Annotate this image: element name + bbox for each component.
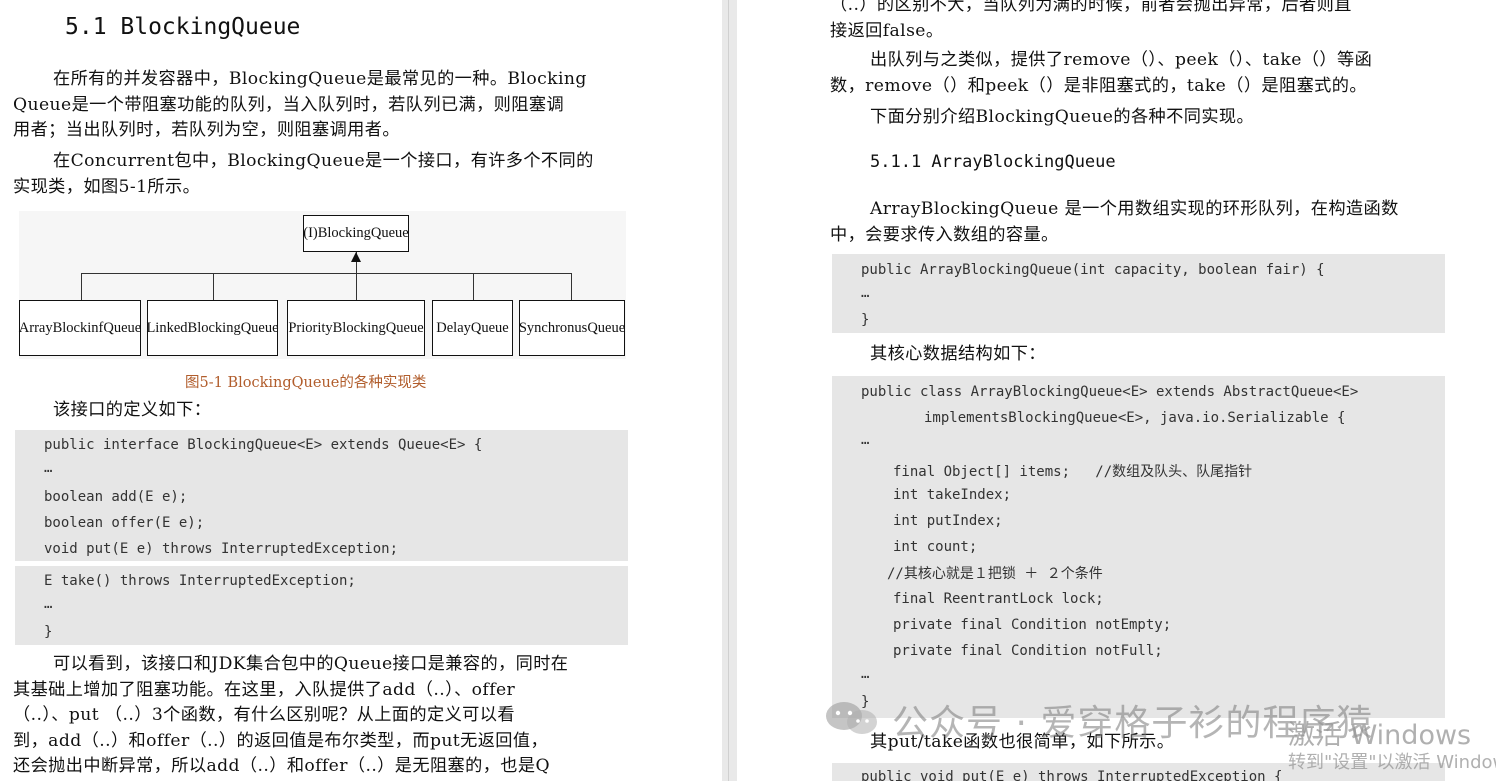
diagram-child-box: LinkedBlockingQueue <box>146 300 279 356</box>
code-block-class: public class ArrayBlockingQueue<E> exten… <box>832 376 1445 718</box>
windows-activation-notice: 激活 Windows 转到"设置"以激活 Windows。 <box>1288 720 1496 774</box>
subsection-heading: 5.1.1 ArrayBlockingQueue <box>870 152 1116 172</box>
code-block-interface-cont: E take() throws InterruptedException; … … <box>15 566 628 645</box>
text-line: （..）的区别不大，当队列为满的时候，前者会抛出异常，后者则直 <box>830 0 1352 15</box>
code-line: final ReentrantLock lock; <box>893 591 1104 607</box>
code-line: public ArrayBlockingQueue(int capacity, … <box>861 262 1325 278</box>
diagram-connector <box>213 273 214 300</box>
diagram-root-box: (I)BlockingQueue <box>303 215 409 252</box>
left-page: 5.1 BlockingQueue 在所有的并发容器中，BlockingQueu… <box>0 0 722 781</box>
figure-caption: 图5-1 BlockingQueue的各种实现类 <box>185 375 427 391</box>
page-gutter <box>722 0 737 781</box>
code-line: public interface BlockingQueue<E> extend… <box>44 437 483 453</box>
activate-title: 激活 Windows <box>1288 720 1472 751</box>
code-line: … <box>44 596 53 612</box>
text-line: 接返回false。 <box>830 20 944 41</box>
diagram-child-box: PriorityBlockingQueue <box>287 300 425 356</box>
code-line: void put(E e) throws InterruptedExceptio… <box>44 541 399 557</box>
text-line: 下面分别介绍BlockingQueue的各种不同实现。 <box>870 107 1255 127</box>
text-line: 其核心数据结构如下： <box>870 344 1046 364</box>
paragraph-continued: （..）的区别不大，当队列为满的时候，前者会抛出异常，后者则直 接返回false… <box>830 0 1440 44</box>
code-line: int count; <box>893 539 978 555</box>
code-line: implementsBlockingQueue<E>, java.io.Seri… <box>924 410 1346 426</box>
wechat-icon <box>826 702 877 734</box>
diagram-connector <box>473 273 474 300</box>
text-line: Queue是一个带阻塞功能的队列，当入队列时，若队列已满，则阻塞调 <box>13 94 565 115</box>
diagram-child-box: ArrayBlockinfQueue <box>19 300 141 356</box>
code-line: E take() throws InterruptedException; <box>44 573 356 589</box>
arrow-head-icon <box>351 252 361 262</box>
code-line: … <box>861 432 870 448</box>
paragraph-intro: 在所有的并发容器中，BlockingQueue是最常见的一种。Blocking … <box>13 67 623 144</box>
text-line: 还会抛出中断异常，所以add（..）和offer（..）是无阻塞的，也是Q <box>13 756 550 776</box>
code-line: final Object[] items; //数组及队头、队尾指针 <box>893 464 1253 480</box>
code-block-interface: public interface BlockingQueue<E> extend… <box>15 430 628 561</box>
text-line: 其基础上增加了阻塞功能。在这里，入队提供了add（..）、offer <box>13 679 516 700</box>
paragraph-core-structure: 其核心数据结构如下： <box>870 342 1440 368</box>
text-line: 出队列与之类似，提供了remove（）、peek（）、take（）等函 <box>870 50 1373 70</box>
diagram-child-box: SynchronusQueue <box>519 300 625 356</box>
paragraph-concurrent: 在Concurrent包中，BlockingQueue是一个接口，有许多个不同的… <box>13 149 623 200</box>
code-line: private final Condition notFull; <box>893 643 1163 659</box>
text-line: ArrayBlockingQueue 是一个用数组实现的环形队列，在构造函数 <box>870 199 1399 219</box>
code-line: … <box>861 285 870 301</box>
code-line: … <box>44 460 53 476</box>
code-line: public class ArrayBlockingQueue<E> exten… <box>861 384 1359 400</box>
code-line: public void put(E e) throws InterruptedE… <box>861 769 1283 781</box>
text-line: 实现类，如图5-1所示。 <box>13 176 201 197</box>
diagram-connector <box>571 273 572 300</box>
paragraph-compatibility: 可以看到，该接口和JDK集合包中的Queue接口是兼容的，同时在 其基础上增加了… <box>13 652 623 780</box>
code-line: boolean add(E e); <box>44 489 188 505</box>
paragraph-definition-intro: 该接口的定义如下： <box>53 398 623 424</box>
text-line: （..）、put （..）3个函数，有什么区别呢？从上面的定义可以看 <box>13 705 515 725</box>
activate-subtitle: 转到"设置"以激活 Windows。 <box>1288 752 1496 773</box>
text-line: 可以看到，该接口和JDK集合包中的Queue接口是兼容的，同时在 <box>53 654 569 674</box>
right-page: （..）的区别不大，当队列为满的时候，前者会抛出异常，后者则直 接返回false… <box>737 0 1496 781</box>
text-line: 数，remove（）和peek（）是非阻塞式的，take（）是阻塞式的。 <box>830 75 1367 96</box>
paragraph-dequeue: 出队列与之类似，提供了remove（）、peek（）、take（）等函 数，re… <box>830 48 1440 99</box>
code-line: private final Condition notEmpty; <box>893 617 1172 633</box>
diagram-child-box: DelayQueue <box>432 300 513 356</box>
code-line: int putIndex; <box>893 513 1003 529</box>
diagram-connector <box>81 273 572 274</box>
class-hierarchy-diagram: (I)BlockingQueue ArrayBlockinfQueue Link… <box>19 211 626 359</box>
code-block-constructor: public ArrayBlockingQueue(int capacity, … <box>832 254 1445 333</box>
code-line: int takeIndex; <box>893 487 1012 503</box>
code-line: boolean offer(E e); <box>44 515 205 531</box>
paragraph-implementations: 下面分别介绍BlockingQueue的各种不同实现。 <box>870 105 1440 131</box>
text-line: 在Concurrent包中，BlockingQueue是一个接口，有许多个不同的 <box>53 151 594 171</box>
code-line: //其核心就是１把锁 ＋ ２个条件 <box>887 566 1103 582</box>
code-line: … <box>861 666 870 682</box>
text-line: 到，add（..）和offer（..）的返回值是布尔类型，而put无返回值， <box>13 730 549 751</box>
text-line: 该接口的定义如下： <box>53 400 212 420</box>
text-line: 中，会要求传入数组的容量。 <box>830 224 1059 245</box>
code-line: } <box>861 312 870 328</box>
paragraph-array-queue: ArrayBlockingQueue 是一个用数组实现的环形队列，在构造函数 中… <box>830 197 1440 248</box>
section-heading: 5.1 BlockingQueue <box>65 14 301 40</box>
text-line: 在所有的并发容器中，BlockingQueue是最常见的一种。Blocking <box>53 69 587 89</box>
text-line: 用者；当出队列时，若队列为空，则阻塞调用者。 <box>13 120 400 140</box>
diagram-connector <box>81 273 82 300</box>
page-divider <box>728 0 729 781</box>
code-line: } <box>44 624 53 640</box>
